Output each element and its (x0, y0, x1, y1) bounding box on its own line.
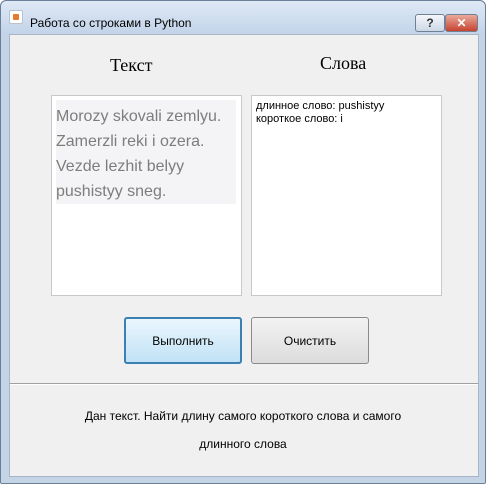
help-button[interactable]: ? (415, 14, 445, 32)
run-button-label: Выполнить (152, 333, 214, 348)
clear-button[interactable]: Очистить (251, 317, 369, 364)
task-line-1: Дан текст. Найти длину самого короткого … (84, 409, 402, 423)
window-title: Работа со строками в Python (30, 16, 192, 30)
words-output[interactable]: длинное слово: pushistyy короткое слово:… (251, 95, 442, 296)
divider (10, 383, 478, 385)
text-label: Текст (110, 55, 153, 75)
short-word-line: короткое слово: i (256, 113, 343, 125)
clear-button-label: Очистить (283, 333, 337, 348)
client-area: Текст Слова Morozy skovali zemlyu. Zamer… (9, 34, 479, 477)
app-icon (9, 10, 23, 24)
run-button[interactable]: Выполнить (124, 317, 242, 364)
close-button[interactable]: ✕ (445, 14, 478, 32)
words-label: Слова (320, 53, 367, 73)
long-word-line: длинное слово: pushistyy (256, 100, 385, 112)
title-bar[interactable]: Работа со строками в Python ? ✕ (1, 1, 485, 33)
app-window: Работа со строками в Python ? ✕ Текст Сл… (0, 0, 486, 484)
task-line-2: длинного слова (199, 437, 287, 451)
text-input-content: Morozy skovali zemlyu. Zamerzli reki i o… (56, 100, 236, 204)
task-description: Дан текст. Найти длину самого короткого … (40, 402, 446, 458)
text-input[interactable]: Morozy skovali zemlyu. Zamerzli reki i o… (51, 95, 242, 296)
